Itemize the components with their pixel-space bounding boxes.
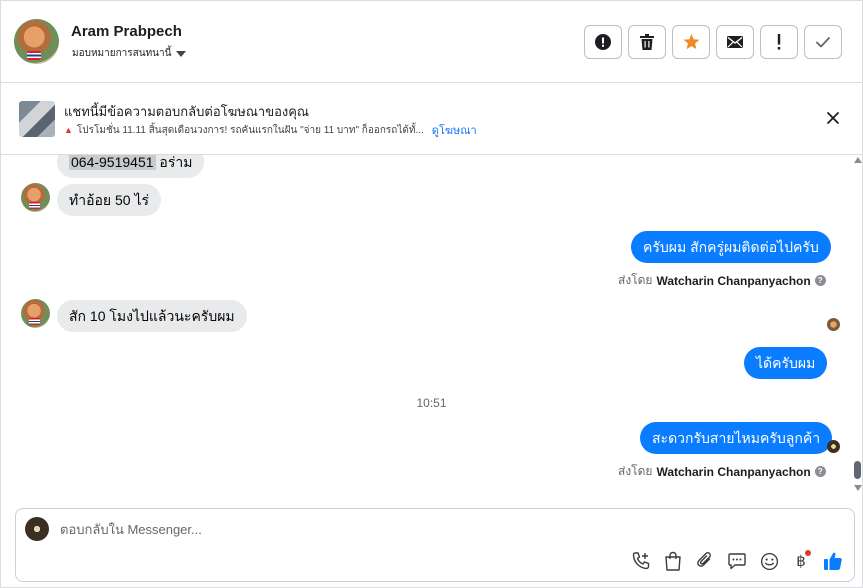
- assign-label: มอบหมายการสนทนานี้: [72, 48, 172, 59]
- reply-input[interactable]: [60, 517, 760, 541]
- siren-icon: ▲: [64, 125, 73, 135]
- incoming-message: ทำอ้อย 50 ไร่: [57, 184, 162, 216]
- contact-avatar-small[interactable]: [21, 299, 50, 328]
- message-text: อร่าม: [155, 155, 193, 170]
- ad-thumbnail[interactable]: [19, 101, 55, 137]
- sent-by-label: ส่งโดย Watcharin Chanpanyachon ?: [618, 462, 826, 481]
- contact-avatar[interactable]: [14, 19, 59, 64]
- smiley-icon: [760, 552, 778, 570]
- sender-name[interactable]: Watcharin Chanpanyachon: [656, 274, 810, 288]
- star-icon: [683, 34, 699, 50]
- chat-bubble-icon: [728, 553, 746, 570]
- phone-plus-icon: [632, 552, 650, 570]
- payment-request-button[interactable]: ฿: [790, 550, 812, 572]
- view-ad-link[interactable]: ดูโฆษณา: [432, 121, 477, 139]
- call-button[interactable]: [630, 550, 652, 572]
- thai-flag-icon: [27, 51, 41, 60]
- incoming-message: สัก 10 โมงไปแล้วนะครับผม: [57, 300, 247, 332]
- message-timestamp: 10:51: [416, 396, 447, 410]
- saved-replies-button[interactable]: [726, 550, 748, 572]
- outgoing-message: ครับผม สักครู่ผมติดต่อไปครับ: [631, 231, 831, 263]
- notification-dot: [805, 550, 811, 556]
- scroll-thumb[interactable]: [854, 461, 861, 479]
- contact-name[interactable]: Aram Prabpech: [71, 23, 182, 40]
- thai-flag-icon: [29, 202, 40, 209]
- thai-flag-icon: [29, 318, 40, 325]
- page-avatar: [25, 517, 49, 541]
- seen-page-avatar: [827, 440, 840, 453]
- info-icon[interactable]: ?: [814, 275, 826, 286]
- message-composer: ฿: [15, 508, 855, 582]
- scroll-down-arrow-icon[interactable]: [854, 485, 862, 491]
- envelope-icon: [727, 36, 743, 48]
- phone-number[interactable]: 064-9519451: [69, 155, 156, 170]
- caret-down-icon: [176, 50, 187, 57]
- mark-unread-button[interactable]: [716, 25, 754, 59]
- seen-avatar: [827, 318, 840, 331]
- conversation-actions: [584, 25, 842, 59]
- assign-conversation-dropdown[interactable]: มอบหมายการสนทนานี้: [72, 46, 187, 61]
- mark-important-button[interactable]: [584, 25, 622, 59]
- sender-name[interactable]: Watcharin Chanpanyachon: [656, 465, 810, 479]
- like-button[interactable]: [822, 550, 844, 572]
- sent-by-label: ส่งโดย Watcharin Chanpanyachon ?: [618, 271, 826, 290]
- mark-done-button[interactable]: [804, 25, 842, 59]
- attach-button[interactable]: [694, 550, 716, 572]
- star-button[interactable]: [672, 25, 710, 59]
- baht-icon: ฿: [796, 553, 806, 570]
- emoji-button[interactable]: [758, 550, 780, 572]
- exclamation-icon: [777, 34, 781, 50]
- shopping-bag-icon: [665, 551, 681, 571]
- contact-avatar-small[interactable]: [21, 183, 50, 212]
- sent-by-prefix: ส่งโดย: [618, 273, 653, 287]
- thread-scrollbar[interactable]: [853, 157, 862, 495]
- paperclip-icon: [697, 552, 711, 567]
- inbox-conversation-panel: Aram Prabpech มอบหมายการสนทนานี้ แชทนี้ม…: [0, 0, 863, 588]
- close-icon: [827, 112, 839, 124]
- conversation-header: Aram Prabpech มอบหมายการสนทนานี้: [1, 1, 862, 83]
- delete-button[interactable]: [628, 25, 666, 59]
- composer-toolbar: ฿: [630, 550, 844, 572]
- thumbs-up-icon: [824, 552, 842, 570]
- alert-circle-icon: [595, 34, 611, 50]
- ad-description-text: โปรโมชั่น 11.11 สิ้นสุดเดือนวงการ! รถคัน…: [76, 124, 424, 136]
- scroll-up-arrow-icon[interactable]: [854, 157, 862, 163]
- info-icon[interactable]: ?: [814, 466, 826, 477]
- message-thread: 064-9519451 อร่าม ทำอ้อย 50 ไร่ ครับผม ส…: [1, 155, 862, 495]
- ad-banner-description: ▲ โปรโมชั่น 11.11 สิ้นสุดเดือนวงการ! รถค…: [64, 121, 477, 139]
- spam-button[interactable]: [760, 25, 798, 59]
- trash-icon: [640, 34, 654, 50]
- incoming-message: 064-9519451 อร่าม: [57, 155, 205, 178]
- outgoing-message: ได้ครับผม: [744, 347, 828, 379]
- outgoing-message: สะดวกรับสายไหมครับลูกค้า: [640, 422, 833, 454]
- sent-by-prefix: ส่งโดย: [618, 464, 653, 478]
- ad-reply-banner: แชทนี้มีข้อความตอบกลับต่อโฆษณาของคุณ ▲ โ…: [1, 83, 862, 155]
- shop-button[interactable]: [662, 550, 684, 572]
- ad-banner-title: แชทนี้มีข้อความตอบกลับต่อโฆษณาของคุณ: [64, 104, 309, 119]
- check-icon: [816, 36, 830, 47]
- close-banner-button[interactable]: [824, 109, 842, 127]
